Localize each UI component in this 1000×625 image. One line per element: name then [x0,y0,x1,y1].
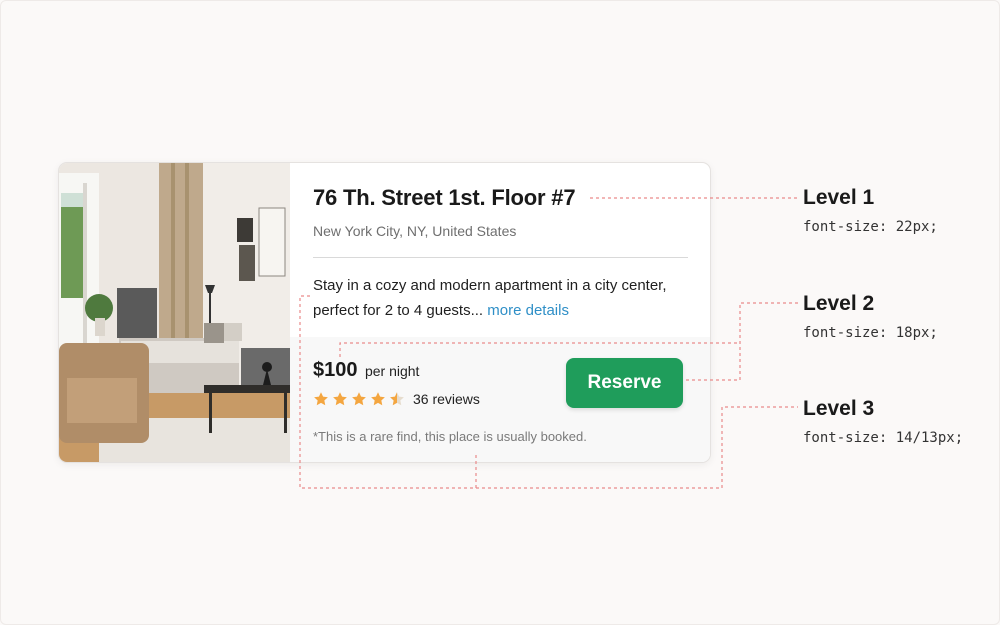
reserve-button[interactable]: Reserve [566,358,683,408]
booking-section: $100 per night 36 reviews *This is a rar… [290,337,710,462]
review-count: 36 reviews [413,391,480,407]
annotation-level-1: Level 1 font-size: 22px; [803,186,938,235]
divider [313,257,688,258]
listing-location: New York City, NY, United States [313,223,517,239]
level-3-font-size: font-size: 14/13px; [803,430,964,446]
price-row: $100 per night [313,359,419,382]
listing-title: 76 Th. Street 1st. Floor #7 [313,185,576,210]
star-icon [314,392,328,406]
level-2-title: Level 2 [803,292,875,315]
listing-content: 76 Th. Street 1st. Floor #7 New York Cit… [290,163,710,462]
level-1-font-size: font-size: 22px; [803,219,938,235]
annotation-level-2: Level 2 font-size: 18px; [803,292,938,341]
price: $100 [313,359,358,381]
level-2-font-size: font-size: 18px; [803,325,938,341]
star-icon [371,392,385,406]
rating-row: 36 reviews [313,391,480,407]
star-icon [352,392,366,406]
star-rating [313,391,405,407]
price-unit: per night [364,363,420,379]
star-half-icon [390,392,404,406]
annotation-level-3: Level 3 font-size: 14/13px; [803,397,963,446]
more-details-link[interactable]: more details [487,302,569,319]
listing-description: Stay in a cozy and modern apartment in a… [313,273,683,323]
listing-card: 76 Th. Street 1st. Floor #7 New York Cit… [58,162,711,463]
listing-photo [59,163,290,462]
level-3-title: Level 3 [803,397,875,420]
level-1-title: Level 1 [803,186,875,209]
availability-note: *This is a rare find, this place is usua… [313,429,587,444]
star-icon [333,392,347,406]
